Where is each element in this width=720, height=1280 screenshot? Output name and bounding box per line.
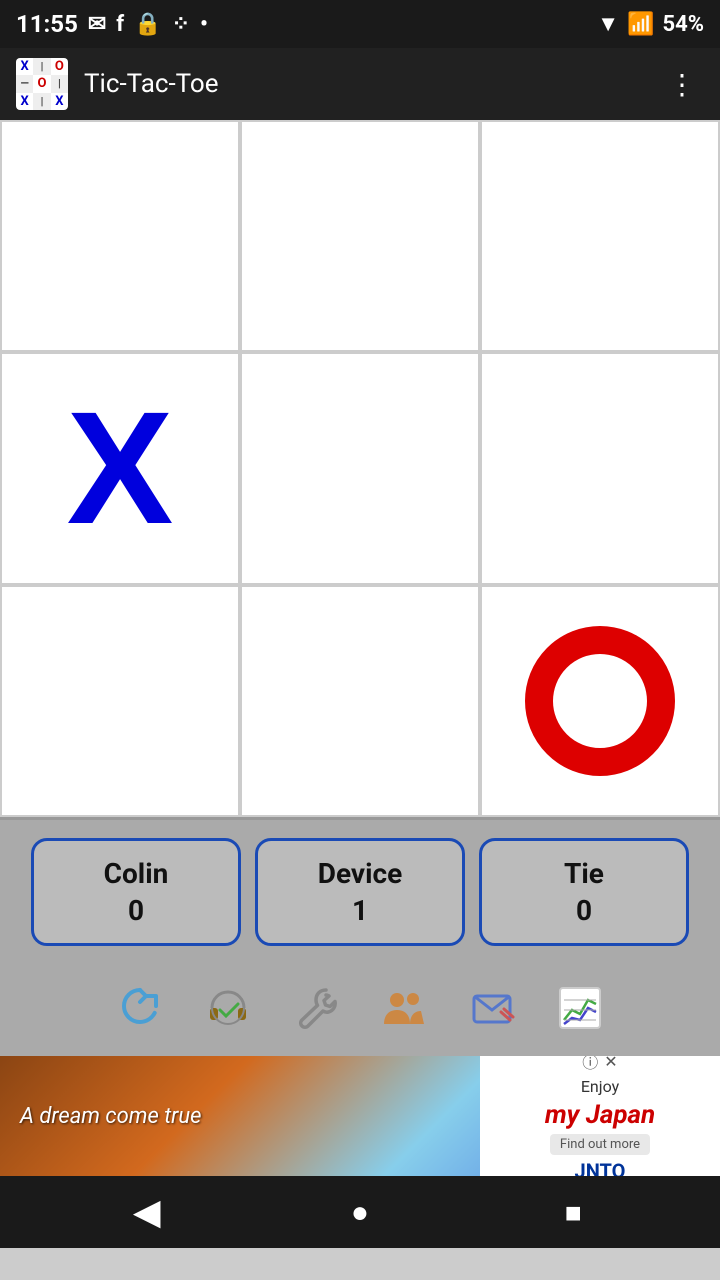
toolbar <box>0 964 720 1056</box>
ad-banner[interactable]: A dream come true ⓘ ✕ Enjoy my Japan Fin… <box>0 1056 720 1176</box>
app-logo: X | O — O | X | X <box>16 58 68 110</box>
signal-icon: 📶 <box>627 12 654 37</box>
device-score: 1 <box>270 894 450 927</box>
cell-1-0[interactable]: X <box>0 352 240 584</box>
status-left: 11:55 ✉ f 🔒 ⁘ • <box>16 10 208 38</box>
cell-2-1[interactable] <box>240 585 480 817</box>
dot-icon: • <box>200 12 208 37</box>
score-section: Colin 0 Device 1 Tie 0 <box>0 820 720 964</box>
chart-icon[interactable] <box>546 974 614 1042</box>
cell-2-2[interactable] <box>480 585 720 817</box>
status-bar: 11:55 ✉ f 🔒 ⁘ • ▼ 📶 54% <box>0 0 720 48</box>
ad-close-icon[interactable]: ✕ <box>604 1056 617 1071</box>
ad-enjoy-label: Enjoy <box>581 1077 619 1096</box>
ad-info-icon: ⓘ <box>582 1056 598 1073</box>
score-tie: Tie 0 <box>479 838 689 946</box>
colin-score: 0 <box>46 894 226 927</box>
cast-icon: ⁘ <box>172 12 190 37</box>
cell-0-1[interactable] <box>240 120 480 352</box>
x-mark: X <box>67 388 174 548</box>
gmail-icon: ✉ <box>88 12 106 37</box>
mail-icon[interactable] <box>458 974 526 1042</box>
cell-1-1[interactable] <box>240 352 480 584</box>
headset-icon[interactable] <box>194 974 262 1042</box>
home-button[interactable]: ● <box>330 1182 390 1242</box>
ad-text: A dream come true <box>20 1104 201 1129</box>
game-board: X <box>0 120 720 820</box>
back-button[interactable]: ◀ <box>117 1182 177 1242</box>
cell-2-0[interactable] <box>0 585 240 817</box>
cell-1-2[interactable] <box>480 352 720 584</box>
o-mark <box>525 626 675 776</box>
cell-0-0[interactable] <box>0 120 240 352</box>
users-icon[interactable] <box>370 974 438 1042</box>
wrench-icon[interactable] <box>282 974 350 1042</box>
colin-label: Colin <box>46 857 226 890</box>
more-options-icon[interactable]: ⋮ <box>660 60 704 109</box>
status-time: 11:55 <box>16 10 78 38</box>
refresh-icon[interactable] <box>106 974 174 1042</box>
tie-score: 0 <box>494 894 674 927</box>
score-device: Device 1 <box>255 838 465 946</box>
score-colin: Colin 0 <box>31 838 241 946</box>
nav-bar: ◀ ● ■ <box>0 1176 720 1248</box>
ad-logo: JNTO <box>575 1159 626 1176</box>
app-title: Tic-Tac-Toe <box>84 69 644 99</box>
facebook-icon: f <box>116 12 124 37</box>
ad-right-panel: ⓘ ✕ Enjoy my Japan Find out more JNTO <box>480 1056 720 1176</box>
tie-label: Tie <box>494 857 674 890</box>
recent-button[interactable]: ■ <box>543 1182 603 1242</box>
battery-text: 54% <box>662 12 704 37</box>
status-right: ▼ 📶 54% <box>597 11 704 37</box>
app-bar: X | O — O | X | X Tic-Tac-Toe ⋮ <box>0 48 720 120</box>
ad-cta-button[interactable]: Find out more <box>550 1134 650 1155</box>
ad-japan-label: my Japan <box>545 1100 655 1130</box>
device-label: Device <box>270 857 450 890</box>
lock-icon: 🔒 <box>134 12 161 37</box>
wifi-icon: ▼ <box>597 11 619 37</box>
cell-0-2[interactable] <box>480 120 720 352</box>
